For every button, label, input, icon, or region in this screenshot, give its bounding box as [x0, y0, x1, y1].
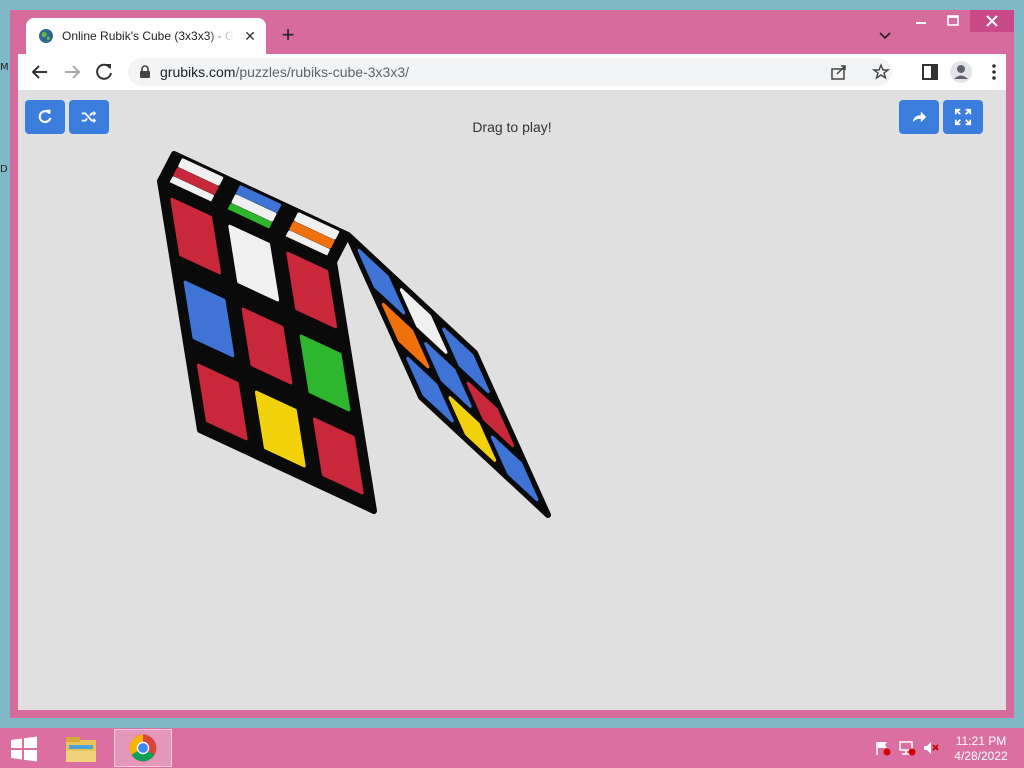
- back-arrow-icon[interactable]: [28, 60, 52, 84]
- browser-window: Online Rubik's Cube (3x3x3) - Grubiks ✕ …: [10, 10, 1014, 718]
- url-text[interactable]: grubiks.com/puzzles/rubiks-cube-3x3x3/: [160, 64, 409, 80]
- minimize-button[interactable]: [906, 10, 936, 32]
- url-domain: grubiks.com: [160, 64, 236, 80]
- page-viewport: Drag to play!: [18, 90, 1006, 710]
- browser-toolbar: grubiks.com/puzzles/rubiks-cube-3x3x3/: [18, 54, 1006, 90]
- close-button[interactable]: [970, 10, 1014, 32]
- action-center-flag-icon[interactable]: [874, 740, 892, 756]
- rubiks-cube[interactable]: [18, 90, 1006, 710]
- chrome-icon: [129, 734, 157, 762]
- volume-muted-icon[interactable]: [922, 740, 940, 756]
- person-icon: [954, 65, 968, 79]
- reload-icon[interactable]: [92, 60, 116, 84]
- share-page-icon[interactable]: [830, 63, 848, 81]
- chevron-down-icon[interactable]: [876, 26, 894, 44]
- new-tab-button[interactable]: +: [276, 24, 300, 48]
- file-explorer-icon[interactable]: [62, 731, 100, 767]
- clock-date: 4/28/2022: [954, 749, 1008, 763]
- side-panel-icon[interactable]: [920, 62, 940, 82]
- windows-logo-icon[interactable]: [8, 736, 40, 762]
- taskbar: 11:21 PM 4/28/2022: [0, 728, 1024, 768]
- tab-title: Online Rubik's Cube (3x3x3) - Grubiks: [62, 29, 234, 43]
- browser-tab[interactable]: Online Rubik's Cube (3x3x3) - Grubiks ✕: [26, 18, 266, 54]
- bookmark-star-icon[interactable]: [872, 63, 890, 81]
- desktop-edge-letter: D: [0, 164, 8, 175]
- lock-icon[interactable]: [138, 65, 152, 79]
- tab-close-icon[interactable]: ✕: [240, 26, 260, 46]
- maximize-button[interactable]: [938, 10, 968, 32]
- profile-avatar[interactable]: [950, 61, 972, 83]
- system-clock[interactable]: 11:21 PM 4/28/2022: [946, 734, 1016, 764]
- globe-icon: [39, 29, 53, 43]
- address-bar[interactable]: grubiks.com/puzzles/rubiks-cube-3x3x3/: [128, 58, 892, 86]
- title-bar: Online Rubik's Cube (3x3x3) - Grubiks ✕ …: [10, 10, 1014, 54]
- desktop-edge-letter: M: [0, 62, 9, 73]
- network-icon[interactable]: [898, 740, 916, 756]
- url-path: /puzzles/rubiks-cube-3x3x3/: [235, 64, 409, 80]
- forward-arrow-icon[interactable]: [60, 60, 84, 84]
- taskbar-chrome-button[interactable]: [114, 729, 172, 767]
- more-menu-icon[interactable]: [984, 62, 1004, 82]
- clock-time: 11:21 PM: [955, 734, 1007, 748]
